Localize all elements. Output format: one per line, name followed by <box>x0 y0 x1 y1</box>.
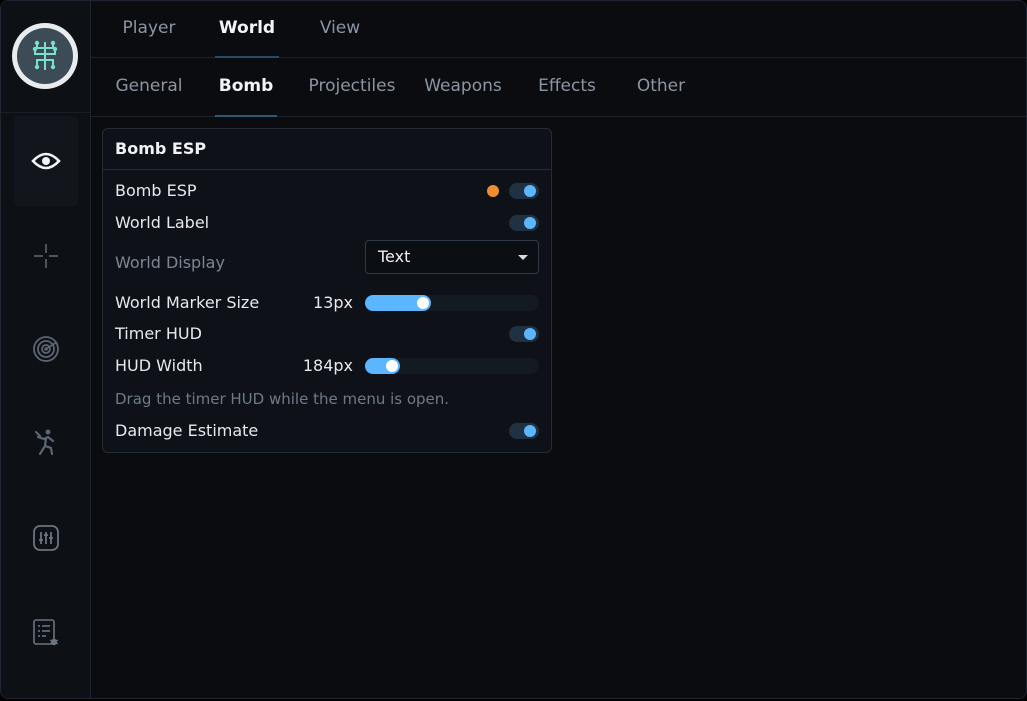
hud-width-label: HUD Width <box>115 356 203 375</box>
slider-thumb[interactable] <box>386 360 398 372</box>
damage-estimate-toggle[interactable] <box>509 423 539 439</box>
sidebar-item-aim[interactable] <box>14 211 78 301</box>
sidebar-divider <box>1 112 90 113</box>
world-display-value: Text <box>378 247 411 266</box>
sliders-icon <box>31 523 61 553</box>
secondary-tabs: General Bomb Projectiles Weapons Effects… <box>91 58 1026 117</box>
primary-tabs: Player World View <box>91 1 1026 58</box>
timer-hud-label: Timer HUD <box>115 324 202 343</box>
world-display-dropdown[interactable]: Text <box>365 240 539 274</box>
hud-width-row: HUD Width 184px <box>115 352 539 380</box>
world-display-row: World Display Text <box>115 240 539 277</box>
sidebar-item-visuals[interactable] <box>14 116 78 206</box>
sidebar <box>1 1 91 698</box>
subtab-bomb[interactable]: Bomb <box>215 58 277 117</box>
eye-icon <box>31 151 61 171</box>
sidebar-item-debug[interactable] <box>14 588 78 678</box>
subtab-effects[interactable]: Effects <box>535 58 599 116</box>
sidebar-item-radar[interactable] <box>14 304 78 394</box>
sidebar-item-settings[interactable] <box>14 493 78 583</box>
radar-icon <box>31 334 61 364</box>
caret-down-icon <box>518 255 528 260</box>
subtab-projectiles[interactable]: Projectiles <box>305 58 399 116</box>
tab-player[interactable]: Player <box>117 1 181 57</box>
subtab-other[interactable]: Other <box>635 58 687 116</box>
running-person-icon <box>31 427 61 457</box>
timer-hud-toggle[interactable] <box>509 326 539 342</box>
damage-estimate-row: Damage Estimate <box>115 417 539 445</box>
brain-circuit-logo-icon <box>12 23 78 89</box>
timer-hud-hint: Drag the timer HUD while the menu is ope… <box>115 390 450 408</box>
world-label-row: World Label <box>115 209 539 237</box>
panel-title: Bomb ESP <box>103 129 551 170</box>
world-marker-size-slider[interactable] <box>365 295 539 311</box>
sidebar-item-movement[interactable] <box>14 397 78 487</box>
world-label-toggle[interactable] <box>509 215 539 231</box>
damage-estimate-label: Damage Estimate <box>115 421 259 440</box>
app-window: Player World View General Bomb Projectil… <box>0 0 1027 699</box>
timer-hud-row: Timer HUD <box>115 320 539 348</box>
bomb-color-swatch[interactable] <box>487 185 499 197</box>
debug-list-icon <box>31 618 61 648</box>
world-marker-size-row: World Marker Size 13px <box>115 289 539 317</box>
slider-thumb[interactable] <box>417 297 429 309</box>
subtab-weapons[interactable]: Weapons <box>423 58 503 116</box>
world-marker-size-value: 13px <box>313 293 353 312</box>
bomb-esp-row: Bomb ESP <box>115 177 539 205</box>
crosshair-icon <box>32 242 60 270</box>
hud-width-slider[interactable] <box>365 358 539 374</box>
world-display-label: World Display <box>115 253 225 272</box>
tab-world[interactable]: World <box>215 1 279 58</box>
bomb-esp-toggle[interactable] <box>509 183 539 199</box>
hud-width-value: 184px <box>302 356 353 375</box>
world-marker-size-label: World Marker Size <box>115 293 260 312</box>
subtab-general[interactable]: General <box>113 58 185 116</box>
tab-view[interactable]: View <box>313 1 367 57</box>
bomb-esp-panel: Bomb ESP Bomb ESP World Label World Disp… <box>102 128 552 453</box>
world-label-label: World Label <box>115 213 210 232</box>
bomb-esp-label: Bomb ESP <box>115 181 197 200</box>
